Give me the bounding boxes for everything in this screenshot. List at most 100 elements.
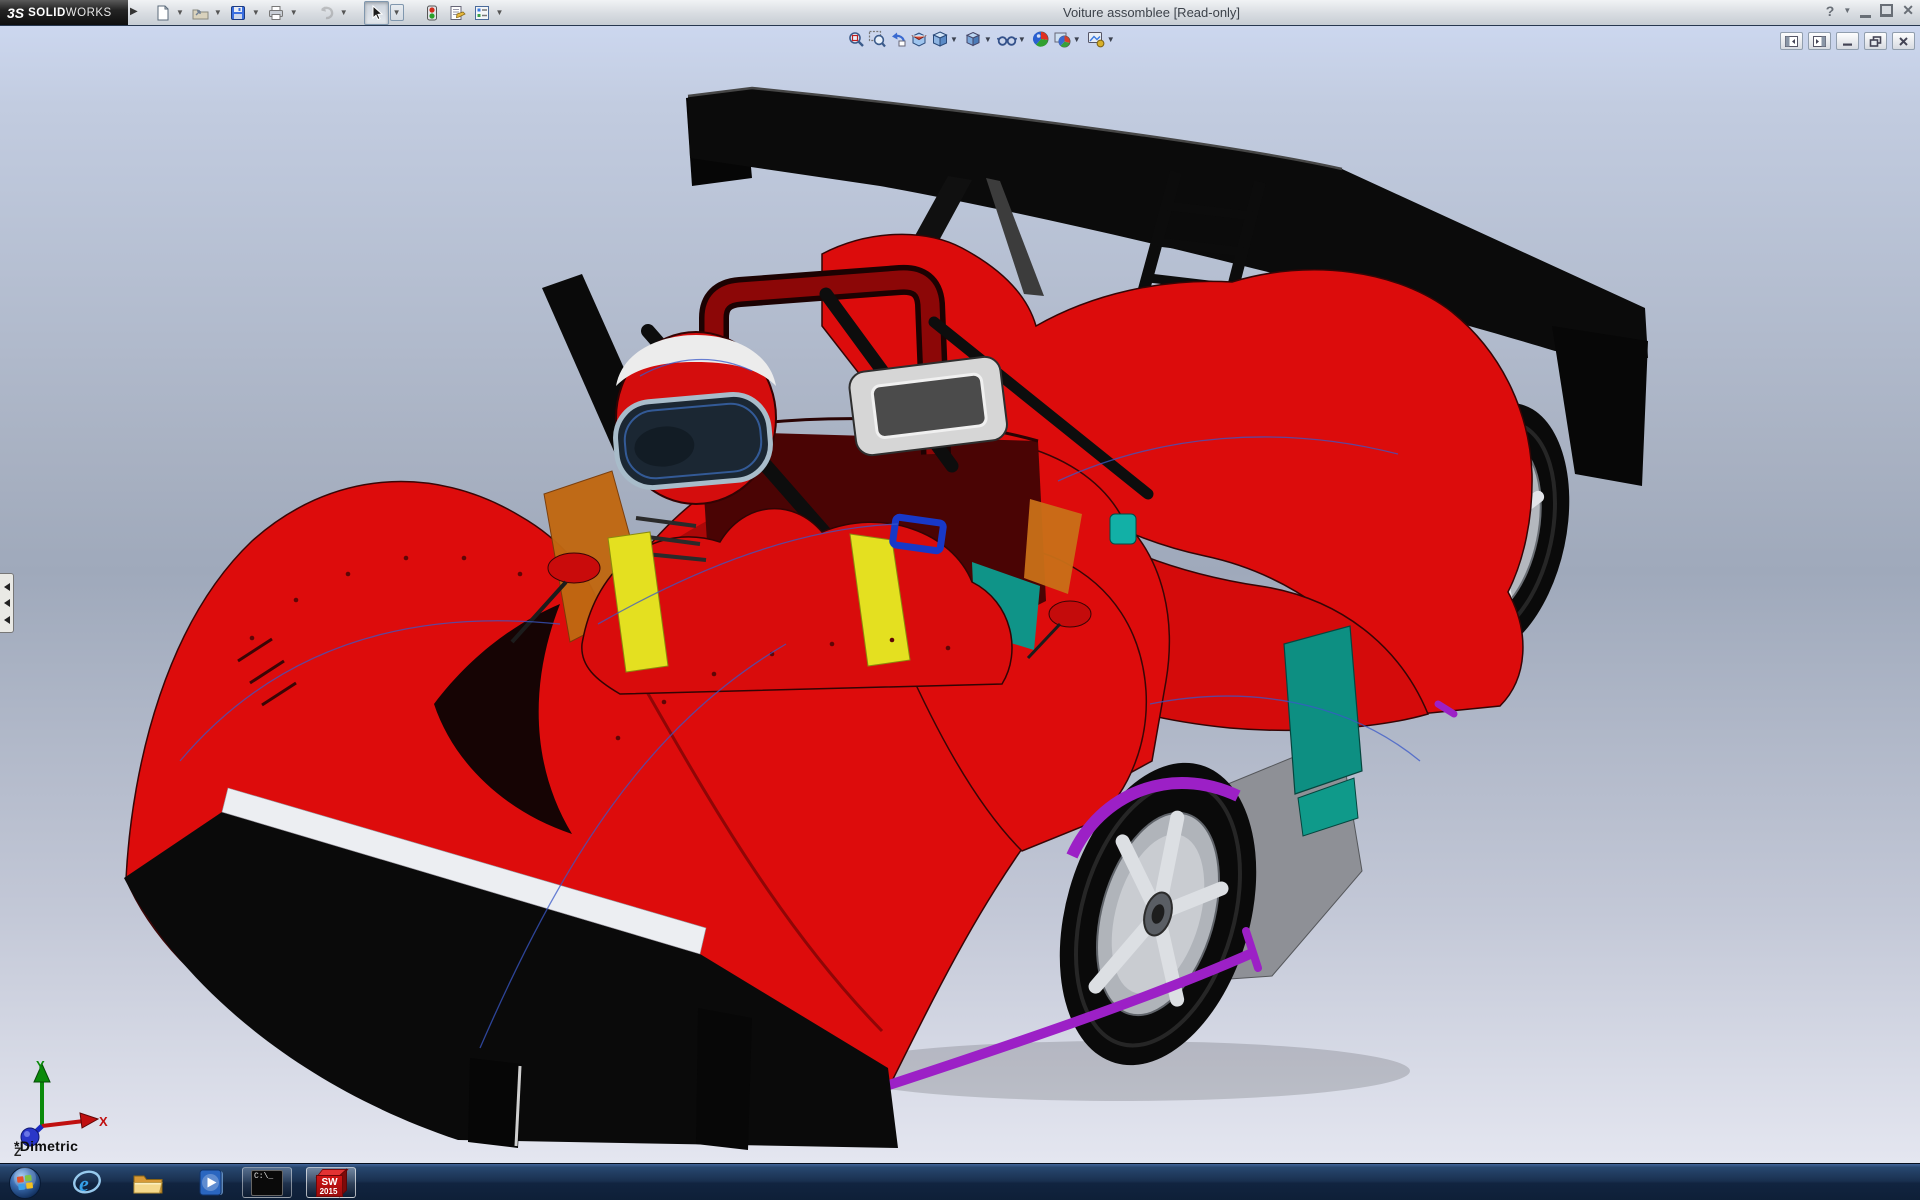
help-button[interactable]: ?	[1826, 3, 1835, 19]
windows-taskbar: e C:\_ SW 2015	[0, 1163, 1920, 1200]
hide-show-items-button[interactable]	[997, 29, 1018, 49]
dropdown-caret-icon[interactable]: ▼	[950, 35, 958, 44]
solidworks-logo[interactable]: 3S SOLID WORKS	[0, 0, 128, 25]
start-button[interactable]	[8, 1166, 42, 1200]
windows-explorer-icon[interactable]	[132, 1170, 164, 1196]
graphics-area[interactable]: ▼ ▼ ▼ ▼ ▼ Y X Z *Dimetric	[0, 26, 1920, 1163]
view-orientation-button[interactable]	[929, 29, 950, 49]
restore-window-button[interactable]	[1880, 4, 1894, 17]
save-button[interactable]	[226, 1, 251, 25]
expand-right-pane-button[interactable]	[1808, 32, 1831, 50]
triad-y-label: Y	[36, 1058, 45, 1073]
close-icon	[1899, 36, 1908, 46]
internet-explorer-icon[interactable]: e	[72, 1168, 102, 1198]
select-dropdown-caret-icon[interactable]: ▼	[389, 4, 404, 21]
display-style-button[interactable]	[963, 29, 984, 49]
file-properties-button[interactable]	[445, 1, 470, 25]
zoom-to-area-button[interactable]	[866, 29, 887, 49]
command-prompt-text: C:\_	[254, 1171, 274, 1181]
new-document-icon	[157, 5, 168, 20]
air-intake[interactable]	[848, 355, 1009, 457]
print-button[interactable]	[264, 1, 289, 25]
command-prompt-taskbar-button[interactable]: C:\_	[242, 1167, 292, 1198]
brand-solid: SOLID	[28, 6, 66, 19]
collapse-arrow-icon	[3, 615, 10, 624]
windows-media-player-icon[interactable]	[196, 1168, 226, 1198]
apply-scene-button[interactable]	[1052, 29, 1073, 49]
edit-appearance-button[interactable]	[1031, 29, 1052, 49]
mirror-right[interactable]	[1048, 600, 1092, 628]
close-document-button[interactable]	[1892, 32, 1915, 50]
select-button[interactable]	[363, 0, 389, 25]
minimize-document-button[interactable]	[1836, 32, 1859, 50]
dropdown-caret-icon[interactable]: ▼	[1018, 35, 1026, 44]
apply-scene-icon	[1054, 32, 1071, 48]
previous-view-icon	[891, 32, 905, 47]
previous-view-button[interactable]	[887, 29, 908, 49]
title-bar: 3S SOLID WORKS ▶ ▼ ▼ ▼ ▼ ▼ ▼ ▼ Voiture a…	[0, 0, 1920, 26]
feature-manager-collapsed-tab[interactable]	[0, 573, 14, 633]
view-settings-button[interactable]	[1086, 29, 1107, 49]
zoom-to-area-icon	[868, 30, 886, 48]
dropdown-caret-icon[interactable]: ▼	[1073, 35, 1081, 44]
section-view-button[interactable]	[908, 29, 929, 49]
zoom-to-fit-button[interactable]	[845, 29, 866, 49]
splitter-fin-2	[696, 1008, 752, 1150]
mirror-left[interactable]	[547, 552, 601, 584]
car-assembly-model[interactable]	[0, 26, 1920, 1163]
new-button[interactable]	[150, 1, 175, 25]
dropdown-caret-icon[interactable]: ▼	[340, 8, 348, 17]
collapse-arrow-icon	[3, 599, 10, 607]
svg-text:e: e	[79, 1171, 89, 1196]
dropdown-caret-icon[interactable]: ▼	[984, 35, 992, 44]
undo-button[interactable]	[314, 1, 339, 25]
restore-icon	[1869, 35, 1882, 47]
solidworks-logo-mark-icon: 3S	[7, 4, 25, 21]
solidworks-taskbar-button[interactable]: SW 2015	[306, 1167, 356, 1198]
select-cursor-icon	[372, 4, 383, 20]
pane-left-arrow-icon	[1785, 35, 1798, 47]
save-floppy-icon	[231, 5, 246, 20]
dropdown-caret-icon[interactable]: ▼	[214, 8, 222, 17]
solidworks-window: 3S SOLID WORKS ▶ ▼ ▼ ▼ ▼ ▼ ▼ ▼ Voiture a…	[0, 0, 1920, 1200]
triad-x-label: X	[99, 1114, 108, 1129]
window-title: Voiture assomblee [Read-only]	[1063, 5, 1241, 20]
appearance-sphere-icon	[1033, 31, 1049, 47]
view-settings-icon	[1088, 32, 1105, 48]
solidworks-icon-year: 2015	[319, 1187, 338, 1196]
section-view-icon	[910, 32, 927, 47]
dropdown-caret-icon[interactable]: ▼	[176, 8, 184, 17]
display-style-icon	[966, 31, 981, 47]
printer-icon	[269, 5, 284, 20]
splitter-fin	[468, 1058, 522, 1148]
minimize-window-button[interactable]	[1860, 4, 1872, 18]
minimize-icon	[1843, 43, 1852, 46]
titlebar-controls: ? ▼ ✕	[1826, 2, 1914, 19]
solidworks-2015-icon: SW 2015	[315, 1168, 349, 1198]
view-orientation-icon	[931, 31, 948, 47]
rebuild-button[interactable]	[420, 1, 445, 25]
helmet-visor	[613, 391, 773, 491]
view-orientation-label: *Dimetric	[14, 1138, 79, 1154]
close-window-button[interactable]: ✕	[1902, 2, 1914, 19]
document-window-controls	[1780, 32, 1915, 50]
eyeglasses-icon	[997, 36, 1018, 46]
collapse-left-pane-button[interactable]	[1780, 32, 1803, 50]
open-folder-icon	[192, 9, 209, 19]
dropdown-caret-icon[interactable]: ▼	[496, 8, 504, 17]
brand-works: WORKS	[65, 6, 112, 19]
help-dropdown-caret-icon[interactable]: ▼	[1843, 6, 1851, 15]
dropdown-caret-icon[interactable]: ▼	[252, 8, 260, 17]
heads-up-view-toolbar: ▼ ▼ ▼ ▼ ▼	[845, 29, 1120, 49]
dropdown-caret-icon[interactable]: ▼	[290, 8, 298, 17]
collapse-arrow-icon	[3, 582, 10, 591]
rebuild-trafficlight-icon	[427, 5, 438, 20]
dropdown-caret-icon[interactable]: ▼	[1107, 35, 1115, 44]
command-prompt-icon: C:\_	[251, 1169, 283, 1196]
open-button[interactable]	[188, 1, 213, 25]
options-button[interactable]	[470, 1, 495, 25]
main-toolbar: ▼ ▼ ▼ ▼ ▼ ▼ ▼	[150, 0, 507, 25]
menu-expand-arrow-icon[interactable]: ▶	[130, 6, 138, 17]
restore-document-button[interactable]	[1864, 32, 1887, 50]
zoom-to-fit-icon	[848, 32, 864, 47]
